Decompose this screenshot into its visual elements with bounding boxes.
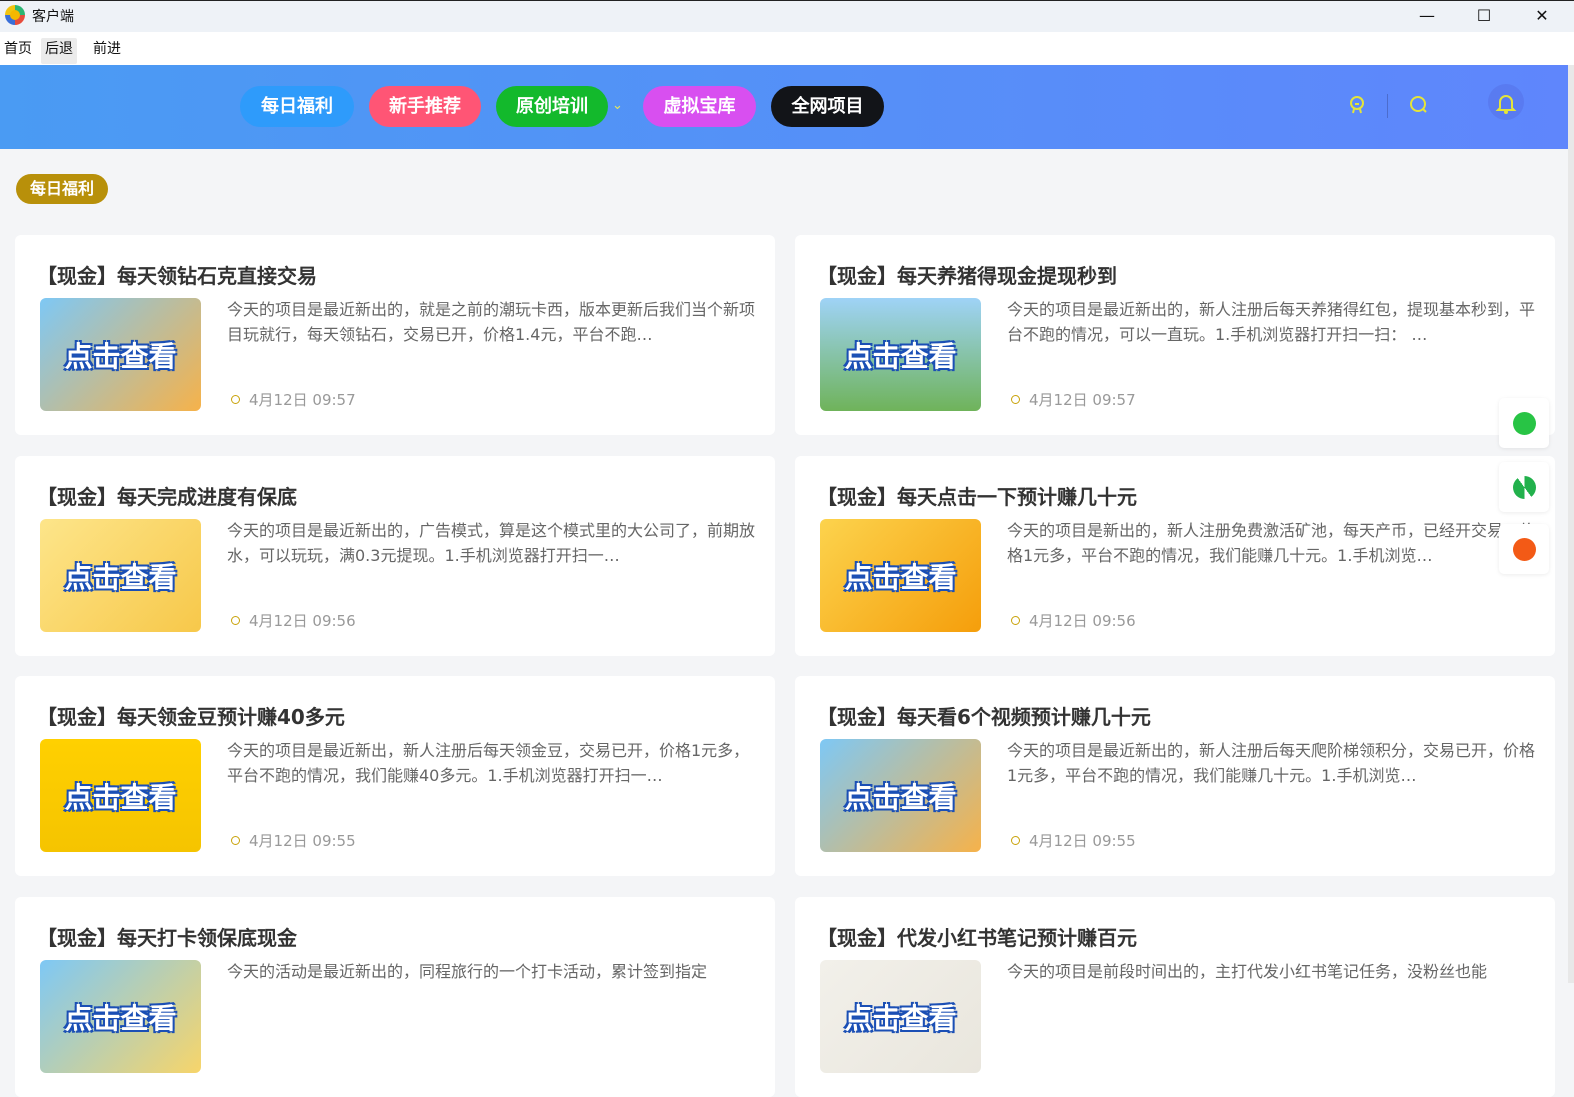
card-thumbnail[interactable]: 点击查看 <box>820 960 981 1073</box>
card-title[interactable]: 【现金】代发小红书笔记预计赚百元 <box>817 922 1137 951</box>
card-description: 今天的项目是最近新出的，新人注册后每天养猪得红包，提现基本秒到，平台不跑的情况，… <box>1007 300 1535 344</box>
nav-virtual-library[interactable]: 虚拟宝库 <box>643 86 756 127</box>
thumbnail-text: 点击查看 <box>64 1001 177 1035</box>
card-thumbnail[interactable]: 点击查看 <box>820 298 981 411</box>
close-button[interactable]: ✕ <box>1522 3 1562 29</box>
nav-training[interactable]: 原创培训 <box>496 86 608 127</box>
card-thumbnail[interactable]: 点击查看 <box>820 739 981 852</box>
card-thumbnail[interactable]: 点击查看 <box>40 519 201 632</box>
card-date: 4月12日 09:55 <box>231 830 356 851</box>
card-description: 今天的项目是最近新出的，就是之前的潮玩卡西，版本更新后我们当个新项目玩就行，每天… <box>227 300 755 344</box>
article-card[interactable]: 【现金】每天领钻石克直接交易 点击查看 今天的项目是最近新出的，就是之前的潮玩卡… <box>15 235 775 435</box>
card-title[interactable]: 【现金】每天完成进度有保底 <box>37 481 297 510</box>
menu-home[interactable]: 首页 <box>0 38 36 64</box>
wechat-button[interactable] <box>1499 398 1549 448</box>
minimize-button[interactable]: — <box>1407 3 1447 29</box>
nav-all-projects[interactable]: 全网项目 <box>771 86 884 127</box>
maximize-button[interactable]: ☐ <box>1464 3 1504 29</box>
refresh-icon <box>1512 475 1536 499</box>
thumbnail-text: 点击查看 <box>844 780 957 814</box>
card-title[interactable]: 【现金】每天打卡领保底现金 <box>37 922 297 951</box>
award-icon[interactable] <box>1345 93 1369 117</box>
card-date: 4月12日 09:57 <box>231 389 356 410</box>
window-title: 客户端 <box>32 9 74 25</box>
chevron-down-icon[interactable]: ⌄ <box>612 98 623 113</box>
header: 每日福利 新手推荐 原创培训 ⌄ 虚拟宝库 全网项目 <box>0 65 1568 149</box>
card-date: 4月12日 09:55 <box>1011 830 1136 851</box>
thumbnail-text: 点击查看 <box>64 560 177 594</box>
article-card[interactable]: 【现金】每天打卡领保底现金 点击查看 今天的活动是最近新出的，同程旅行的一个打卡… <box>15 897 775 1097</box>
card-title[interactable]: 【现金】每天看6个视频预计赚几十元 <box>817 701 1151 730</box>
article-card[interactable]: 【现金】每天看6个视频预计赚几十元 点击查看 今天的项目是最近新出的，新人注册后… <box>795 676 1555 876</box>
card-description: 今天的活动是最近新出的，同程旅行的一个打卡活动，累计签到指定 <box>227 962 708 981</box>
thumbnail-text: 点击查看 <box>844 560 957 594</box>
card-date: 4月12日 09:56 <box>1011 610 1136 631</box>
wechat-icon <box>1512 411 1536 435</box>
search-icon[interactable] <box>1407 93 1431 117</box>
card-title[interactable]: 【现金】每天领钻石克直接交易 <box>37 260 317 289</box>
menu-back[interactable]: 后退 <box>41 38 77 64</box>
bell-icon[interactable] <box>1494 91 1518 115</box>
article-card[interactable]: 【现金】每天领金豆预计赚40多元 点击查看 今天的项目是最近新出，新人注册后每天… <box>15 676 775 876</box>
card-description: 今天的项目是最近新出的，广告模式，算是这个模式里的大公司了，前期放水，可以玩玩，… <box>227 521 755 565</box>
title-bar: 客户端 — ☐ ✕ <box>0 0 1574 32</box>
card-date: 4月12日 09:57 <box>1011 389 1136 410</box>
article-card[interactable]: 【现金】代发小红书笔记预计赚百元 点击查看 今天的项目是前段时间出的，主打代发小… <box>795 897 1555 1097</box>
article-card[interactable]: 【现金】每天养猪得现金提现秒到 点击查看 今天的项目是最近新出的，新人注册后每天… <box>795 235 1555 435</box>
card-date: 4月12日 09:56 <box>231 610 356 631</box>
article-card[interactable]: 【现金】每天完成进度有保底 点击查看 今天的项目是最近新出的，广告模式，算是这个… <box>15 456 775 656</box>
card-thumbnail[interactable]: 点击查看 <box>820 519 981 632</box>
thumbnail-text: 点击查看 <box>844 1001 957 1035</box>
app-logo-icon <box>5 5 25 25</box>
card-thumbnail[interactable]: 点击查看 <box>40 739 201 852</box>
section-tag: 每日福利 <box>16 174 109 204</box>
divider <box>1387 94 1388 118</box>
share-button[interactable] <box>1499 462 1549 512</box>
menu-forward[interactable]: 前进 <box>89 38 125 64</box>
article-card[interactable]: 【现金】每天点击一下预计赚几十元 点击查看 今天的项目是新出的，新人注册免费激活… <box>795 456 1555 656</box>
thumbnail-text: 点击查看 <box>64 780 177 814</box>
nav-daily-welfare[interactable]: 每日福利 <box>240 86 354 127</box>
card-description: 今天的项目是最近新出，新人注册后每天领金豆，交易已开，价格1元多，平台不跑的情况… <box>227 741 750 785</box>
menu-bar: 首页 后退 前进 <box>0 32 1574 65</box>
card-title[interactable]: 【现金】每天领金豆预计赚40多元 <box>37 701 345 730</box>
card-thumbnail[interactable]: 点击查看 <box>40 960 201 1073</box>
card-description: 今天的项目是新出的，新人注册免费激活矿池，每天产币，已经开交易，价格1元多，平台… <box>1007 521 1535 565</box>
chat-icon <box>1512 537 1536 561</box>
card-description: 今天的项目是前段时间出的，主打代发小红书笔记任务，没粉丝也能 <box>1007 962 1488 981</box>
card-thumbnail[interactable]: 点击查看 <box>40 298 201 411</box>
nav-newbie[interactable]: 新手推荐 <box>369 86 481 127</box>
card-description: 今天的项目是最近新出的，新人注册后每天爬阶梯领积分，交易已开，价格1元多，平台不… <box>1007 741 1535 785</box>
card-title[interactable]: 【现金】每天点击一下预计赚几十元 <box>817 481 1137 510</box>
thumbnail-text: 点击查看 <box>64 339 177 373</box>
scrollbar[interactable] <box>1568 65 1574 983</box>
thumbnail-text: 点击查看 <box>844 339 957 373</box>
card-title[interactable]: 【现金】每天养猪得现金提现秒到 <box>817 260 1117 289</box>
chat-button[interactable] <box>1499 524 1549 574</box>
